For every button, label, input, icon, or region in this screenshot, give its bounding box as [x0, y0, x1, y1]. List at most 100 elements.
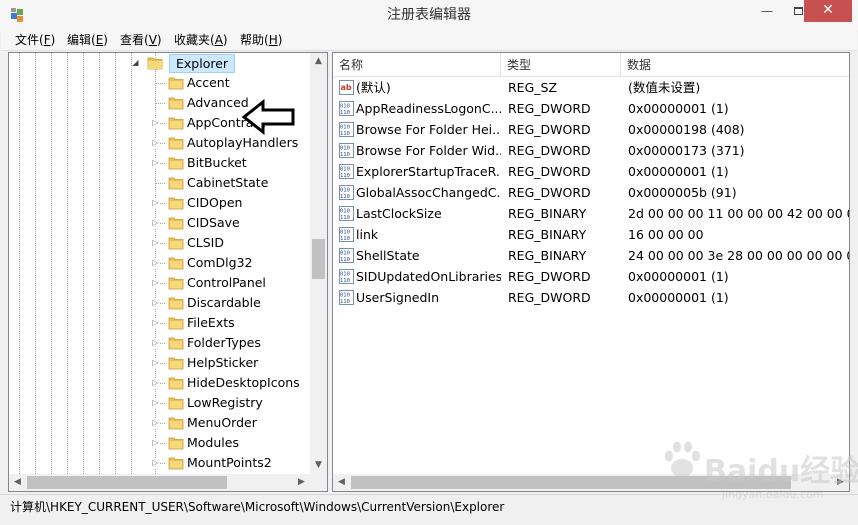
- tree-item-cidsave[interactable]: ▷ CIDSave: [9, 213, 309, 233]
- tree-item-foldertypes[interactable]: ▷ FolderTypes: [9, 333, 309, 353]
- list-item[interactable]: ab (默认) REG_SZ (数值未设置): [333, 77, 849, 98]
- tree-item-comdlg32[interactable]: ▷ ComDlg32: [9, 253, 309, 273]
- expand-arrow-icon[interactable]: ▷: [151, 318, 160, 328]
- tree-item-cabinetstate[interactable]: CabinetState: [9, 173, 309, 193]
- expand-arrow-icon[interactable]: ▷: [151, 438, 160, 448]
- tree-item-discardable[interactable]: ▷ Discardable: [9, 293, 309, 313]
- watermark-url: jingyan.baidu.com: [722, 488, 824, 501]
- column-type[interactable]: 类型: [501, 53, 621, 77]
- tree-item-label: ControlPanel: [187, 275, 266, 290]
- scroll-right-icon[interactable]: ▶: [293, 474, 310, 491]
- minimize-button[interactable]: —: [752, 0, 782, 22]
- tree-item-label: Discardable: [187, 295, 261, 310]
- value-name: LastClockSize: [356, 206, 442, 221]
- binary-value-icon: 110010: [339, 248, 354, 263]
- expand-arrow-icon[interactable]: ▷: [151, 138, 160, 148]
- scroll-up-icon[interactable]: ▲: [310, 53, 327, 70]
- value-type: REG_BINARY: [508, 227, 587, 242]
- expand-arrow-icon[interactable]: ▷: [151, 258, 160, 268]
- tree-item-mountpoints2[interactable]: ▷ MountPoints2: [9, 453, 309, 473]
- tree-item-accent[interactable]: Accent: [9, 73, 309, 93]
- column-name[interactable]: 名称: [333, 53, 501, 77]
- folder-icon: [168, 137, 184, 150]
- menu-file-label: 文件(: [15, 33, 44, 47]
- title-bar[interactable]: 注册表编辑器 — ✕: [0, 0, 858, 30]
- close-button[interactable]: ✕: [804, 0, 852, 22]
- folder-icon: [168, 97, 184, 110]
- binary-value-icon: 110010: [339, 143, 354, 158]
- scroll-left-icon[interactable]: ◀: [9, 474, 26, 491]
- expand-arrow-icon[interactable]: ▷: [151, 398, 160, 408]
- list-item[interactable]: 110 010 LastClockSize REG_BINARY 2d 00 00 00…: [333, 203, 849, 224]
- expand-arrow-icon[interactable]: ▷: [151, 458, 160, 468]
- collapse-arrow-icon[interactable]: ◢: [131, 58, 140, 68]
- tree-item-fileexts[interactable]: ▷ FileExts: [9, 313, 309, 333]
- expand-arrow-icon[interactable]: ▷: [151, 238, 160, 248]
- tree-item-autoplayhandlers[interactable]: ▷ AutoplayHandlers: [9, 133, 309, 153]
- list-item[interactable]: 110 010 SIDUpdatedOnLibraries REG_DWORD 0x00…: [333, 266, 849, 287]
- tree-vertical-scrollbar[interactable]: ▲ ▼: [310, 53, 327, 474]
- tree-item-bitbucket[interactable]: ▷ BitBucket: [9, 153, 309, 173]
- value-type: REG_DWORD: [508, 290, 591, 305]
- tree-horizontal-scrollbar[interactable]: ◀ ▶: [9, 474, 310, 491]
- list-item[interactable]: 110 010 AppReadinessLogonC... REG_DWORD 0x00…: [333, 98, 849, 119]
- tree-item-helpsticker[interactable]: ▷ HelpSticker: [9, 353, 309, 373]
- binary-value-icon: 110010: [339, 122, 354, 137]
- values-list[interactable]: 名称 类型 数据 ab (默认) REG_SZ (数值未设置) 110 010 AppRea…: [332, 52, 850, 492]
- tree-item-cidopen[interactable]: ▷ CIDOpen: [9, 193, 309, 213]
- tree-item-controlpanel[interactable]: ▷ ControlPanel: [9, 273, 309, 293]
- expand-arrow-icon[interactable]: ▷: [151, 418, 160, 428]
- expand-arrow-icon[interactable]: ▷: [151, 338, 160, 348]
- tree-item-lowregistry[interactable]: ▷ LowRegistry: [9, 393, 309, 413]
- tree-item-label: AutoplayHandlers: [187, 135, 299, 150]
- tree-item-label: LowRegistry: [187, 395, 263, 410]
- expand-arrow-icon[interactable]: ▷: [151, 358, 160, 368]
- scroll-left-icon[interactable]: ◀: [333, 474, 350, 491]
- binary-value-icon: 110010: [339, 290, 354, 305]
- tree-item-label: CabinetState: [187, 175, 269, 190]
- tree-item-label: HelpSticker: [187, 355, 259, 370]
- tree-item-modules[interactable]: ▷ Modules: [9, 433, 309, 453]
- baidu-watermark: Baidu经验 jingyan.baidu.com: [652, 430, 858, 515]
- svg-text:ab: ab: [341, 83, 352, 92]
- column-data[interactable]: 数据: [621, 53, 849, 77]
- tree-branch-line: [156, 183, 165, 184]
- menu-file[interactable]: 文件(F): [9, 30, 61, 51]
- list-item[interactable]: 110 010 link REG_BINARY 16 00 00 00: [333, 224, 849, 245]
- menu-favorites[interactable]: 收藏夹(A): [168, 30, 234, 51]
- expand-arrow-icon[interactable]: ▷: [151, 278, 160, 288]
- svg-text:110: 110: [340, 215, 350, 221]
- expand-arrow-icon[interactable]: ▷: [151, 378, 160, 388]
- scroll-thumb[interactable]: [312, 239, 325, 279]
- tree-item-explorer[interactable]: ◢ Explorer: [9, 53, 309, 73]
- expand-arrow-icon[interactable]: ▷: [151, 298, 160, 308]
- expand-arrow-icon[interactable]: ▷: [151, 198, 160, 208]
- list-item[interactable]: 110 010 Browse For Folder Wid... REG_DWORD 0…: [333, 140, 849, 161]
- menu-view[interactable]: 查看(V): [114, 30, 168, 51]
- scroll-thumb[interactable]: [27, 476, 227, 489]
- tree-item-clsid[interactable]: ▷ CLSID: [9, 233, 309, 253]
- tree-item-menuorder[interactable]: ▷ MenuOrder: [9, 413, 309, 433]
- registry-tree[interactable]: Accent Advanced ▷ AppContract ▷ AutoplayHandl…: [8, 52, 328, 492]
- expand-arrow-icon[interactable]: ▷: [151, 158, 160, 168]
- svg-text:010: 010: [340, 104, 350, 110]
- value-data: 0x00000001 (1): [628, 269, 729, 284]
- scroll-corner: [310, 474, 327, 491]
- pointer-arrow-icon: [241, 99, 295, 135]
- tree-item-label: HideDesktopIcons: [187, 375, 300, 390]
- list-item[interactable]: 110 010 Browse For Folder Hei... REG_DWORD 0…: [333, 119, 849, 140]
- scroll-down-icon[interactable]: ▼: [310, 457, 327, 474]
- list-item[interactable]: 110 010 ShellState REG_BINARY 24 00 00 00 3e…: [333, 245, 849, 266]
- list-item[interactable]: 110 010 ExplorerStartupTraceR... REG_DWORD 0…: [333, 161, 849, 182]
- list-item[interactable]: 110 010 UserSignedIn REG_DWORD 0x00000001 (1…: [333, 287, 849, 308]
- tree-item-hidedesktopicons[interactable]: ▷ HideDesktopIcons: [9, 373, 309, 393]
- menu-bar: 文件(F) 编辑(E) 查看(V) 收藏夹(A) 帮助(H): [1, 30, 857, 51]
- list-item[interactable]: 110 010 GlobalAssocChangedC... REG_DWORD 0x0…: [333, 182, 849, 203]
- folder-icon: [168, 77, 184, 90]
- expand-arrow-icon[interactable]: ▷: [151, 118, 160, 128]
- expand-arrow-icon[interactable]: ▷: [151, 218, 160, 228]
- svg-text:110: 110: [340, 194, 350, 200]
- svg-text:110: 110: [340, 278, 350, 284]
- menu-edit[interactable]: 编辑(E): [61, 30, 114, 51]
- menu-help[interactable]: 帮助(H): [234, 30, 288, 51]
